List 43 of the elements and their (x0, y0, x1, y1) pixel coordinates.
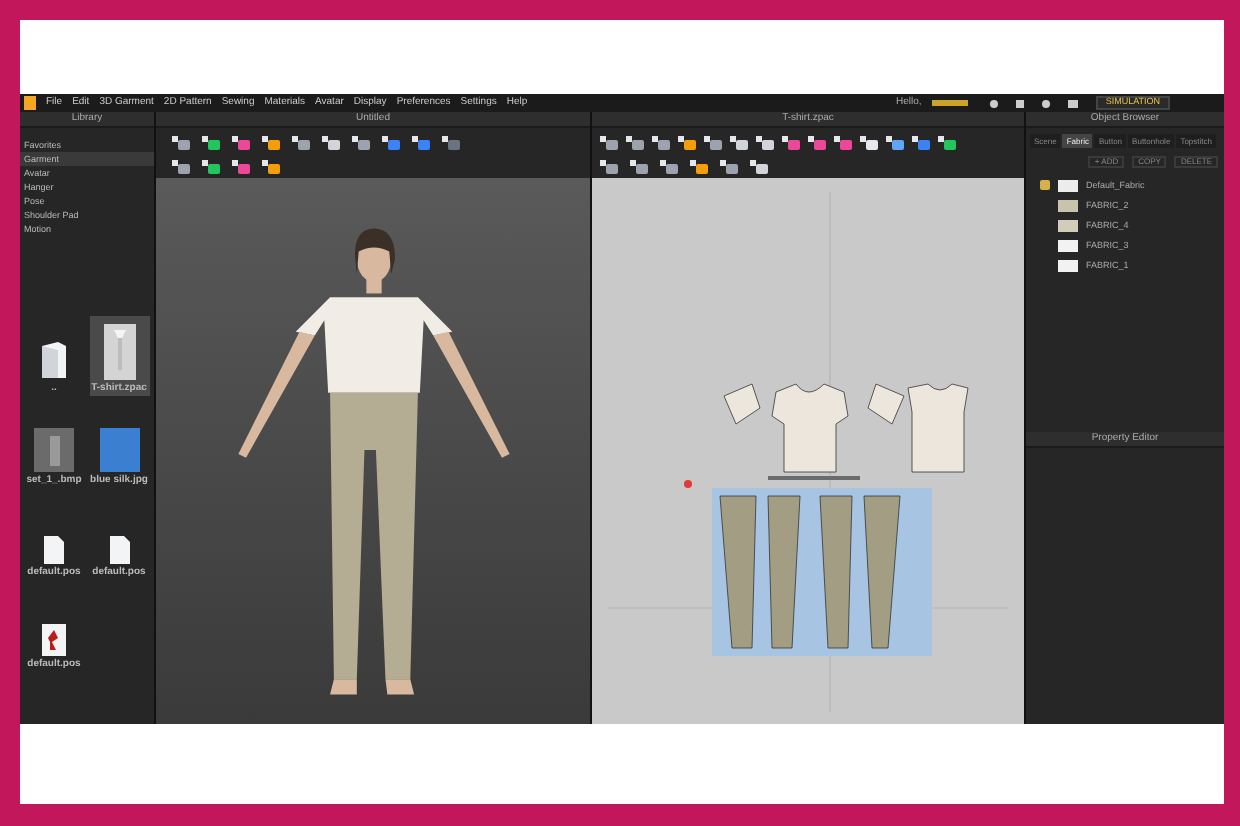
tool-icon[interactable] (232, 160, 250, 174)
username-blur (931, 100, 968, 106)
tool-icon[interactable] (660, 160, 678, 174)
tool-icon[interactable] (262, 160, 280, 174)
app-logo-icon (24, 96, 36, 110)
tool-icon[interactable] (202, 136, 220, 150)
tool-icon[interactable] (202, 160, 220, 174)
garment-thumbnail (103, 324, 135, 380)
image-thumbnail (34, 428, 74, 472)
document-icon (44, 536, 64, 564)
tool-icon[interactable] (442, 136, 460, 150)
tool-icon[interactable] (704, 136, 722, 150)
tool-icon[interactable] (412, 136, 430, 150)
document-icon (109, 536, 129, 564)
tool-icon[interactable] (808, 136, 826, 150)
tool-icon[interactable] (834, 136, 852, 150)
tool-icon[interactable] (600, 136, 618, 150)
tool-icon[interactable] (232, 136, 250, 150)
pose-thumbnail (42, 624, 66, 656)
tool-icon[interactable] (886, 136, 904, 150)
tool-icon[interactable] (172, 160, 190, 174)
tool-icon[interactable] (652, 136, 670, 150)
tool-icon[interactable] (600, 160, 618, 174)
tool-icon[interactable] (690, 160, 708, 174)
tool-icon[interactable] (626, 136, 644, 150)
swatch-thumbnail (99, 428, 139, 472)
tool-icon[interactable] (730, 136, 748, 150)
tool-icon[interactable] (860, 136, 878, 150)
folder-icon (40, 340, 68, 380)
tool-icon[interactable] (352, 136, 370, 150)
tool-icon[interactable] (382, 136, 400, 150)
tool-icon[interactable] (750, 160, 768, 174)
tool-icon[interactable] (630, 160, 648, 174)
tool-icon[interactable] (720, 160, 738, 174)
tool-icon[interactable] (938, 136, 956, 150)
tool-icon[interactable] (322, 136, 340, 150)
tool-icon[interactable] (292, 136, 310, 150)
tool-icon[interactable] (678, 136, 696, 150)
tool-icon[interactable] (262, 136, 280, 150)
tool-icon[interactable] (782, 136, 800, 150)
tool-icon[interactable] (172, 136, 190, 150)
tool-icon[interactable] (912, 136, 930, 150)
tool-icon[interactable] (756, 136, 774, 150)
